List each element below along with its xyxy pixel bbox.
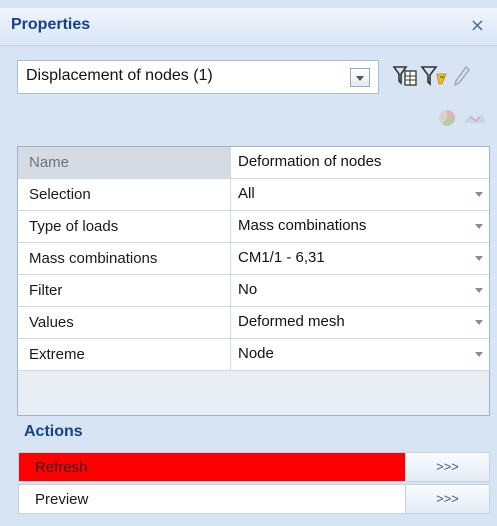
table-row[interactable]: Type of loads Mass combinations xyxy=(18,211,489,243)
table-row[interactable]: Mass combinations CM1/1 - 6,31 xyxy=(18,243,489,275)
property-name: Values xyxy=(18,307,231,339)
chevron-down-icon[interactable] xyxy=(475,256,483,261)
property-name: Filter xyxy=(18,275,231,307)
property-name: Mass combinations xyxy=(18,243,231,275)
filter-icon[interactable] xyxy=(420,64,448,88)
pencil-icon xyxy=(453,65,470,87)
property-name: Selection xyxy=(18,179,231,211)
chevron-down-icon[interactable] xyxy=(350,68,370,87)
property-name: Type of loads xyxy=(18,211,231,243)
result-selector-value: Displacement of nodes (1) xyxy=(26,67,213,84)
property-name: Extreme xyxy=(18,339,231,371)
refresh-run-button[interactable]: >>> xyxy=(405,453,489,481)
property-value[interactable]: Deformed mesh xyxy=(232,307,489,339)
preview-run-button[interactable]: >>> xyxy=(405,485,489,513)
grid-header-row: Name Deformation of nodes xyxy=(18,147,489,179)
chevron-down-icon[interactable] xyxy=(475,288,483,293)
close-icon[interactable]: × xyxy=(470,15,485,36)
property-value[interactable]: CM1/1 - 6,31 xyxy=(232,243,489,275)
chevron-down-icon[interactable] xyxy=(475,224,483,229)
property-value[interactable]: Mass combinations xyxy=(232,211,489,243)
action-label: Refresh xyxy=(35,459,88,476)
property-value[interactable]: Node xyxy=(232,339,489,371)
table-filter-icon[interactable] xyxy=(392,64,418,88)
action-refresh[interactable]: Refresh >>> xyxy=(18,452,490,482)
map-icon xyxy=(464,113,486,123)
grid-footer xyxy=(18,371,489,415)
properties-grid: Name Deformation of nodes Selection All … xyxy=(17,146,490,416)
grid-header-value[interactable]: Deformation of nodes xyxy=(232,147,489,179)
properties-panel: Properties × Displacement of nodes (1) N… xyxy=(0,0,497,526)
chevron-down-icon[interactable] xyxy=(475,192,483,197)
result-selector[interactable]: Displacement of nodes (1) xyxy=(17,60,379,94)
actions-title: Actions xyxy=(24,423,83,440)
chevron-down-icon[interactable] xyxy=(475,320,483,325)
table-row[interactable]: Selection All xyxy=(18,179,489,211)
action-label: Preview xyxy=(35,491,89,508)
chevron-down-icon[interactable] xyxy=(475,352,483,357)
pie-chart-icon xyxy=(439,110,455,126)
table-row[interactable]: Values Deformed mesh xyxy=(18,307,489,339)
panel-titlebar: Properties × xyxy=(0,8,497,46)
table-row[interactable]: Extreme Node xyxy=(18,339,489,371)
table-row[interactable]: Filter No xyxy=(18,275,489,307)
panel-title: Properties xyxy=(11,16,91,33)
property-value[interactable]: All xyxy=(232,179,489,211)
grid-header-name: Name xyxy=(18,147,231,179)
property-value[interactable]: No xyxy=(232,275,489,307)
action-preview[interactable]: Preview >>> xyxy=(18,484,490,514)
